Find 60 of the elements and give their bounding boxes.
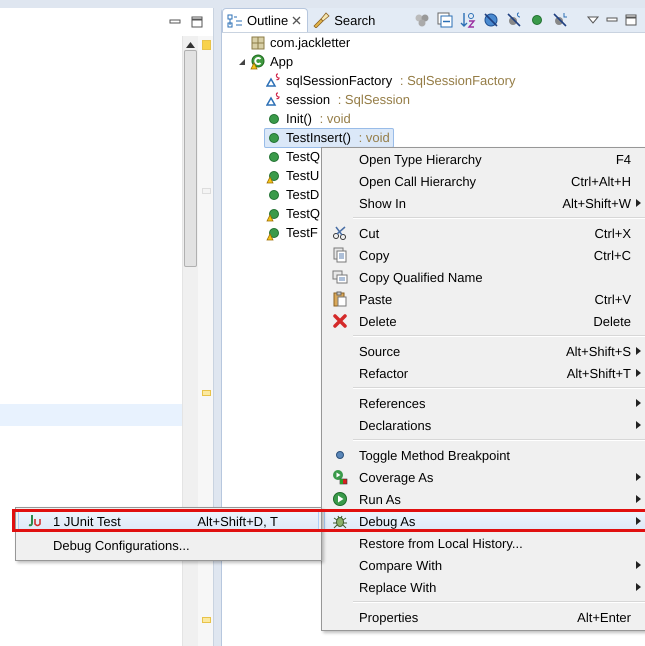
menu-item[interactable]: Declarations bbox=[324, 414, 645, 436]
run-icon bbox=[332, 491, 348, 507]
tree-item[interactable]: Init() : void bbox=[264, 108, 355, 128]
close-icon[interactable] bbox=[292, 16, 302, 25]
view-tab[interactable]: Outline bbox=[222, 8, 308, 32]
menu-item[interactable]: Restore from Local History... bbox=[324, 532, 645, 554]
menu-item[interactable]: Copy Ctrl+C bbox=[324, 244, 645, 266]
delete-icon bbox=[332, 313, 348, 329]
menu-item[interactable]: Replace With bbox=[324, 576, 645, 598]
menu-item[interactable]: Properties Alt+Enter bbox=[324, 606, 645, 628]
menu-item[interactable]: Coverage As bbox=[324, 466, 645, 488]
menu-item[interactable]: Cut Ctrl+X bbox=[324, 222, 645, 244]
ruler-marker[interactable] bbox=[202, 390, 211, 396]
view-menu-icon[interactable] bbox=[587, 14, 599, 26]
tree-item[interactable]: TestF bbox=[264, 222, 322, 242]
hide-local-icon[interactable] bbox=[552, 12, 568, 28]
collapse-all-icon[interactable] bbox=[437, 12, 453, 28]
ruler-marker[interactable] bbox=[202, 188, 211, 194]
method-icon[interactable] bbox=[529, 12, 545, 28]
menu-item[interactable]: Open Call Hierarchy Ctrl+Alt+H bbox=[324, 170, 645, 192]
menu-item[interactable]: Paste Ctrl+V bbox=[324, 288, 645, 310]
menu-item[interactable]: Open Type Hierarchy F4 bbox=[324, 148, 645, 170]
menu-item[interactable]: Compare With bbox=[324, 554, 645, 576]
ruler-marker[interactable] bbox=[202, 617, 211, 623]
tree-item[interactable]: session : SqlSession bbox=[264, 90, 414, 110]
bug-icon bbox=[332, 513, 348, 529]
test-icon bbox=[26, 513, 42, 529]
tree-item[interactable]: TestQ bbox=[264, 204, 324, 224]
flashlight-icon bbox=[312, 12, 330, 28]
view-tab[interactable]: Search bbox=[308, 8, 382, 32]
tree-item[interactable]: TestQ bbox=[264, 146, 324, 166]
hide-static-icon[interactable] bbox=[506, 12, 522, 28]
tree-item[interactable]: TestInsert() : void bbox=[264, 128, 394, 148]
tree-item[interactable]: TestD bbox=[264, 184, 324, 204]
tree-item[interactable]: TestU bbox=[264, 166, 324, 186]
copy-icon bbox=[332, 269, 348, 285]
scrollbar-thumb[interactable] bbox=[184, 50, 197, 267]
copy-icon bbox=[332, 247, 348, 263]
menu-item[interactable]: Source Alt+Shift+S bbox=[324, 340, 645, 362]
ruler-marker[interactable] bbox=[202, 40, 211, 50]
tree-item[interactable]: com.jackletter bbox=[248, 32, 354, 52]
menu-item[interactable]: Refactor Alt+Shift+T bbox=[324, 362, 645, 384]
menu-item[interactable]: References bbox=[324, 392, 645, 414]
maximize-icon[interactable] bbox=[191, 16, 203, 28]
menu-item[interactable]: Delete Delete bbox=[324, 310, 645, 332]
scroll-up-icon[interactable] bbox=[186, 42, 195, 48]
menu-item[interactable]: Toggle Method Breakpoint bbox=[324, 444, 645, 466]
menu-item[interactable]: Debug Configurations... bbox=[18, 532, 319, 558]
coverage-icon bbox=[332, 469, 348, 485]
menu-item[interactable]: Show In Alt+Shift+W bbox=[324, 192, 645, 214]
sort-icon[interactable] bbox=[460, 12, 476, 28]
hide-fields-icon[interactable] bbox=[483, 12, 499, 28]
clipboard-icon bbox=[332, 291, 348, 307]
menu-item[interactable]: Copy Qualified Name bbox=[324, 266, 645, 288]
outline-icon bbox=[227, 12, 243, 28]
maximize-icon[interactable] bbox=[625, 14, 637, 26]
scissors-icon bbox=[332, 225, 348, 241]
tree-item[interactable]: sqlSessionFactory : SqlSessionFactory bbox=[264, 70, 520, 90]
menu-item[interactable]: Run As bbox=[324, 488, 645, 510]
tree-item[interactable]: App bbox=[248, 52, 298, 72]
